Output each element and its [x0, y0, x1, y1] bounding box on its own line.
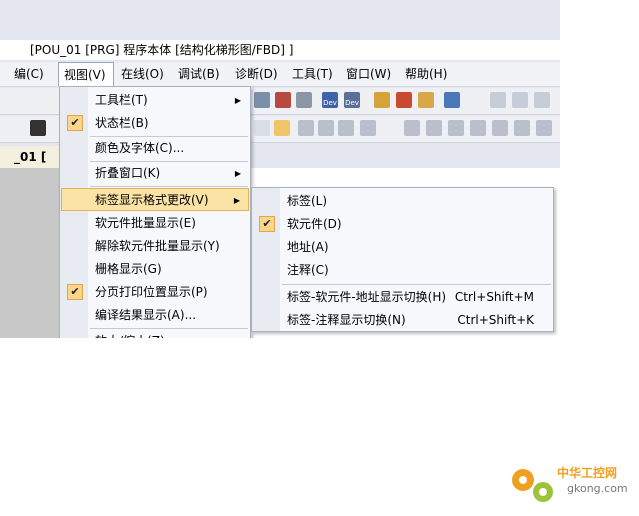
dev-icon-2[interactable]: Dev: [344, 92, 360, 108]
submenu-item-text: 标签-软元件-地址显示切换(H): [287, 290, 447, 304]
menu-item-label: 栅格显示(G): [95, 262, 162, 276]
submenu-item-label[interactable]: 标签(L): [253, 190, 552, 213]
toolbar-icon-5[interactable]: [396, 92, 412, 108]
contact-parallel-nc-icon[interactable]: [360, 120, 376, 136]
submenu-item-comment[interactable]: 注释(C): [253, 259, 552, 282]
menu-item-zoom[interactable]: 放大/缩小(Z) ▶: [61, 330, 249, 338]
submenu-item-toggle-label-device-address[interactable]: 标签-软元件-地址显示切换(H) Ctrl+Shift+M: [253, 286, 552, 309]
menu-item-grid[interactable]: 栅格显示(G): [61, 258, 249, 281]
menu-item-label: 颜色及字体(C)...: [95, 141, 185, 155]
toolbar-icon-3[interactable]: [296, 92, 312, 108]
checkmark-icon: ✔: [259, 216, 275, 232]
watermark-name: 中华工控网: [557, 466, 618, 480]
menu-item-color-font[interactable]: 颜色及字体(C)...: [61, 137, 249, 160]
menu-diagnostics[interactable]: 诊断(D): [235, 62, 278, 86]
menu-item-label: 状态栏(B): [95, 116, 149, 130]
toolbar-icon-8[interactable]: [490, 92, 506, 108]
menu-item-compile-result[interactable]: 编译结果显示(A)...: [61, 304, 249, 327]
editor-tab[interactable]: _01 [: [0, 146, 60, 168]
menu-bar: 编(C) 视图(V) 在线(O) 调试(B) 诊断(D) 工具(T) 窗口(W)…: [0, 62, 560, 87]
gear-icon: [512, 469, 553, 502]
line-icon[interactable]: [404, 120, 420, 136]
app-window: [POU_01 [PRG] 程序本体 [结构化梯形图/FBD] ] 编(C) 视…: [0, 0, 560, 338]
label-format-submenu: 标签(L) ✔ 软元件(D) 地址(A) 注释(C) 标签-软元件-地址显示切换…: [251, 187, 554, 332]
rising-edge-icon[interactable]: [514, 120, 530, 136]
menu-item-label-format[interactable]: 标签显示格式更改(V) ▶: [61, 188, 249, 211]
var-icon-1[interactable]: [470, 120, 486, 136]
window-title: [POU_01 [PRG] 程序本体 [结构化梯形图/FBD] ]: [0, 40, 560, 60]
find-icon[interactable]: [30, 120, 46, 136]
menu-tools[interactable]: 工具(T): [292, 62, 333, 86]
triangle-right-icon: ▶: [234, 96, 241, 105]
contact-nc-icon[interactable]: [318, 120, 334, 136]
contact-no-icon[interactable]: [298, 120, 314, 136]
shortcut-text: Ctrl+Shift+M: [454, 290, 534, 304]
toolbar-icon-7[interactable]: [444, 92, 460, 108]
menu-item-label: 编译结果显示(A)...: [95, 308, 197, 322]
menu-item-label: 分页打印位置显示(P): [95, 285, 208, 299]
menu-item-device-batch-hide[interactable]: 解除软元件批量显示(Y): [61, 235, 249, 258]
checkmark-icon: ✔: [67, 284, 83, 300]
triangle-right-icon: ▶: [233, 196, 240, 205]
coil-icon[interactable]: [426, 120, 442, 136]
menu-item-label: 折叠窗口(K): [95, 166, 161, 180]
menu-item-device-batch-show[interactable]: 软元件批量显示(E): [61, 212, 249, 235]
shortcut-text: Ctrl+Shift+K: [457, 313, 534, 327]
toolbar-icon-1[interactable]: [254, 92, 270, 108]
toolbar-icon-4[interactable]: [374, 92, 390, 108]
left-panel: [0, 168, 60, 338]
submenu-item-text: 地址(A): [287, 240, 329, 254]
function-icon[interactable]: [448, 120, 464, 136]
submenu-item-toggle-label-comment[interactable]: 标签-注释显示切换(N) Ctrl+Shift+K: [253, 309, 552, 332]
watermark-domain: gkong.com: [567, 482, 628, 495]
submenu-item-text: 注释(C): [287, 263, 329, 277]
menu-item-toolbar[interactable]: 工具栏(T) ▶: [61, 89, 249, 112]
falling-edge-icon[interactable]: [536, 120, 552, 136]
menu-item-label: 标签显示格式更改(V): [95, 193, 209, 207]
menu-separator: [90, 186, 248, 187]
menu-separator: [90, 328, 248, 329]
toolbar-icon-6[interactable]: [418, 92, 434, 108]
toolbar-icon-2[interactable]: [275, 92, 291, 108]
checkmark-icon: ✔: [67, 115, 83, 131]
ladder-icon-2[interactable]: [274, 120, 290, 136]
submenu-item-address[interactable]: 地址(A): [253, 236, 552, 259]
contact-parallel-icon[interactable]: [338, 120, 354, 136]
watermark-logo: 中华工控网 gkong.com: [505, 458, 635, 508]
var-icon-2[interactable]: [492, 120, 508, 136]
menu-item-statusbar[interactable]: ✔ 状态栏(B): [61, 112, 249, 135]
toolbar-icon-10[interactable]: [534, 92, 550, 108]
menu-window[interactable]: 窗口(W): [346, 62, 391, 86]
toolbar-icon-9[interactable]: [512, 92, 528, 108]
menu-item-label: 工具栏(T): [95, 93, 148, 107]
menu-help[interactable]: 帮助(H): [405, 62, 447, 86]
ladder-icon-1[interactable]: [254, 120, 270, 136]
menu-item-fold-window[interactable]: 折叠窗口(K) ▶: [61, 162, 249, 185]
menu-item-label: 解除软元件批量显示(Y): [95, 239, 220, 253]
triangle-right-icon: ▶: [234, 169, 241, 178]
submenu-item-text: 标签-注释显示切换(N): [287, 313, 406, 327]
menu-item-page-break[interactable]: ✔ 分页打印位置显示(P): [61, 281, 249, 304]
submenu-item-device[interactable]: ✔ 软元件(D): [253, 213, 552, 236]
menu-debug[interactable]: 调试(B): [178, 62, 220, 86]
menu-edit[interactable]: 编(C): [14, 62, 44, 86]
dev-icon-1[interactable]: Dev: [322, 92, 338, 108]
menu-online[interactable]: 在线(O): [121, 62, 164, 86]
menu-item-label: 放大/缩小(Z): [95, 330, 165, 338]
menu-view[interactable]: 视图(V): [58, 62, 114, 86]
submenu-item-text: 标签(L): [287, 194, 328, 208]
view-menu: 工具栏(T) ▶ ✔ 状态栏(B) 颜色及字体(C)... 折叠窗口(K) ▶ …: [59, 86, 251, 338]
submenu-item-text: 软元件(D): [287, 217, 342, 231]
menu-item-label: 软元件批量显示(E): [95, 216, 196, 230]
menu-separator: [282, 284, 551, 285]
triangle-right-icon: ▶: [235, 330, 241, 338]
